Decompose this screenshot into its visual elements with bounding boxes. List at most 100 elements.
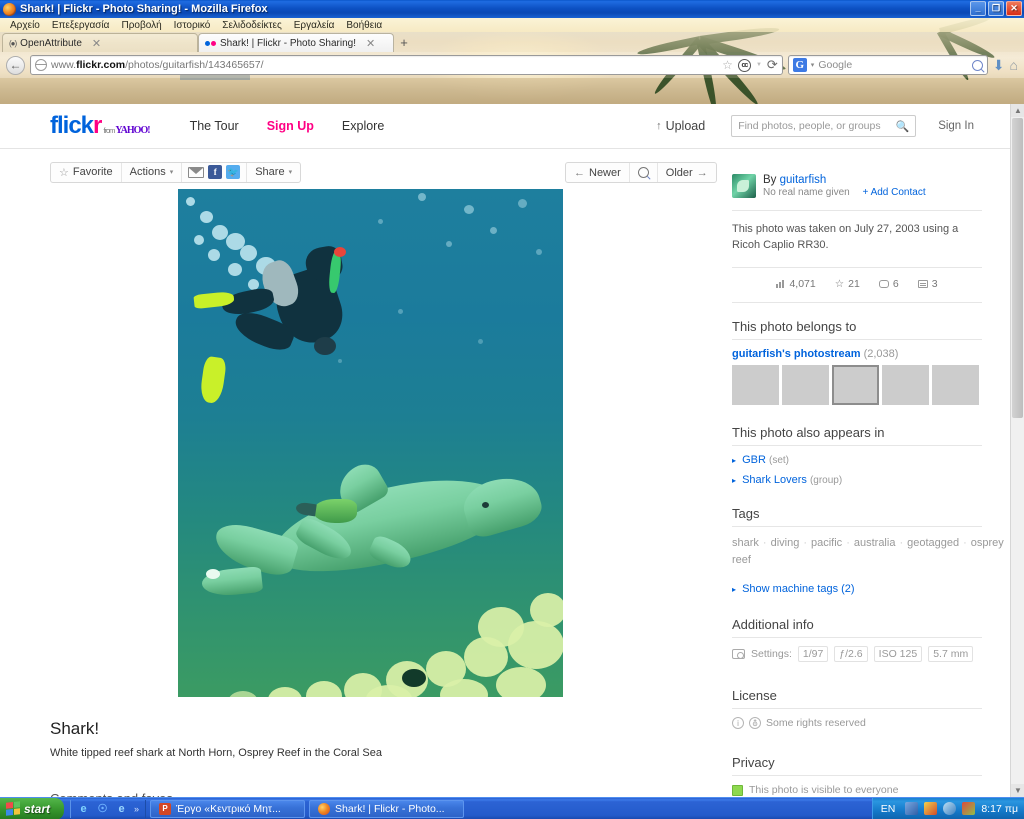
tag-diving[interactable]: diving	[771, 537, 800, 549]
tag-australia[interactable]: australia	[854, 537, 896, 549]
downloads-icon[interactable]: ⬇	[993, 57, 1005, 74]
start-label: start	[24, 801, 51, 816]
group-link[interactable]: Shark Lovers	[742, 474, 807, 486]
search-engine-chevron-icon[interactable]: ▾	[811, 61, 815, 69]
upload-arrow-icon: ↑	[656, 120, 662, 132]
show-machine-tags[interactable]: ▸ Show machine tags (2)	[732, 583, 982, 595]
flickr-logo[interactable]: flick r from YAHOO!	[50, 112, 151, 140]
creative-commons-icon[interactable]: ⛢	[749, 717, 761, 729]
language-indicator[interactable]: EN	[881, 803, 896, 815]
nav-sign-up[interactable]: Sign Up	[267, 119, 314, 133]
search-icon[interactable]	[969, 57, 986, 73]
set-link[interactable]: GBR	[742, 454, 766, 466]
start-button[interactable]: start	[0, 797, 65, 819]
tray-icon-updates[interactable]	[962, 802, 976, 815]
google-icon[interactable]: G	[792, 58, 807, 72]
reload-icon[interactable]: ⟳	[767, 57, 778, 73]
arrow-left-icon: ←	[574, 166, 585, 179]
flickr-search-box[interactable]: Find photos, people, or groups 🔍	[731, 115, 917, 137]
camera-settings: Settings: 1/97 ƒ/2.6 ISO 125 5.7 mm	[732, 646, 982, 662]
avatar[interactable]	[732, 174, 756, 198]
menu-item-file[interactable]: Αρχείο	[4, 20, 46, 31]
info-icon[interactable]: i	[732, 717, 744, 729]
tray-icon-clock-util[interactable]	[943, 802, 957, 815]
menu-item-tools[interactable]: Εργαλεία	[288, 20, 341, 31]
address-bar[interactable]: www.flickr.com/photos/guitarfish/1434656…	[30, 55, 783, 75]
menu-item-view[interactable]: Προβολή	[115, 20, 167, 31]
nav-the-tour[interactable]: The Tour	[190, 119, 239, 133]
license-heading: License	[732, 688, 777, 703]
license-info: i ⛢ Some rights reserved	[732, 717, 982, 729]
envelope-icon[interactable]	[188, 166, 205, 178]
scroll-down-arrow[interactable]: ▼	[1011, 784, 1024, 797]
tag-geotagged[interactable]: geotagged	[907, 537, 959, 549]
thumbnail-3-current[interactable]	[832, 365, 879, 405]
back-button[interactable]: ←	[6, 55, 25, 75]
new-tab-button[interactable]: +	[394, 33, 414, 52]
taskbar-clock[interactable]: 8:17 πμ	[981, 803, 1018, 815]
menu-item-edit[interactable]: Επεξεργασία	[46, 20, 116, 31]
upload-button[interactable]: ↑ Upload	[656, 119, 705, 133]
page-scrollbar[interactable]: ▲ ▼	[1010, 104, 1024, 797]
sign-in-link[interactable]: Sign In	[938, 120, 974, 132]
tag-pacific[interactable]: pacific	[811, 537, 842, 549]
older-button[interactable]: Older →	[658, 163, 716, 182]
globe-icon	[34, 59, 47, 71]
scroll-up-arrow[interactable]: ▲	[1011, 104, 1024, 117]
close-button[interactable]: ✕	[1006, 1, 1022, 16]
zoom-button[interactable]	[630, 163, 658, 182]
tag-separator: ·	[846, 537, 850, 549]
home-icon[interactable]: ⌂	[1010, 57, 1018, 73]
page-content: flick r from YAHOO! The Tour Sign Up Expl…	[0, 104, 1024, 797]
browser-icon-2[interactable]: ☉	[96, 802, 109, 815]
tab-openattribute[interactable]: (●) OpenAttribute ✕	[2, 33, 198, 52]
twitter-icon[interactable]: 🐦	[226, 165, 241, 179]
facebook-icon[interactable]: f	[208, 165, 223, 179]
taskbar-item-firefox[interactable]: Shark! | Flickr - Photo...	[309, 799, 465, 818]
snorkel-tip	[334, 247, 346, 257]
photostream-link[interactable]: guitarfish's photostream	[732, 348, 861, 360]
share-button[interactable]: Share ▾	[247, 163, 300, 182]
tray-icon-antivirus[interactable]	[924, 802, 938, 815]
thumbnail-1[interactable]	[732, 365, 779, 405]
chevron-down-icon: ▾	[169, 169, 174, 176]
menu-item-help[interactable]: Βοήθεια	[340, 20, 388, 31]
add-contact-link[interactable]: + Add Contact	[863, 187, 926, 198]
menu-item-history[interactable]: Ιστορικό	[168, 20, 217, 31]
thumbnail-5[interactable]	[932, 365, 979, 405]
minimize-button[interactable]: _	[970, 1, 986, 16]
newer-button[interactable]: ← Newer	[566, 163, 630, 182]
browser-search-bar[interactable]: G ▾ Google	[787, 55, 988, 75]
browser-icon-1[interactable]: e	[77, 802, 90, 815]
main-photo[interactable]	[178, 189, 563, 697]
thumbnail-2[interactable]	[782, 365, 829, 405]
appears-in-item-gbr[interactable]: ▸ GBR (set)	[732, 454, 982, 466]
actions-button[interactable]: Actions ▾	[122, 162, 183, 182]
tab-shark-flickr[interactable]: Shark! | Flickr - Photo Sharing! ✕	[198, 33, 394, 52]
favorite-button[interactable]: ☆ Favorite	[51, 162, 122, 182]
thumbnail-4[interactable]	[882, 365, 929, 405]
maximize-button[interactable]: ❐	[988, 1, 1004, 16]
machine-tags-link[interactable]: Show machine tags (2)	[742, 583, 855, 595]
tab-close-icon[interactable]: ✕	[366, 37, 375, 50]
appears-in-item-shark-lovers[interactable]: ▸ Shark Lovers (group)	[732, 474, 982, 486]
bookmark-star-icon[interactable]: ☆	[722, 58, 733, 72]
quick-launch-overflow-icon[interactable]: »	[134, 804, 139, 814]
menu-item-bookmarks[interactable]: Σελιδοδείκτες	[216, 20, 287, 31]
flickr-search-input[interactable]: Find photos, people, or groups	[738, 120, 891, 132]
creative-commons-icon[interactable]: cc	[737, 58, 751, 72]
tag-shark[interactable]: shark	[732, 537, 759, 549]
shark-white-tip	[206, 569, 220, 579]
nav-explore[interactable]: Explore	[342, 119, 384, 133]
tray-icon-network[interactable]	[905, 802, 919, 815]
tab-label: OpenAttribute	[20, 37, 82, 49]
tab-close-icon[interactable]: ✕	[92, 37, 101, 50]
browser-icon-3[interactable]: e	[115, 802, 128, 815]
chevron-down-icon[interactable]: ▼	[756, 62, 762, 68]
search-icon[interactable]: 🔍	[895, 120, 909, 133]
logo-r: r	[93, 112, 102, 139]
scrollbar-thumb[interactable]	[1012, 118, 1023, 418]
owner-username-link[interactable]: guitarfish	[780, 174, 827, 186]
taskbar-item-powerpoint[interactable]: P Έργο «Κεντρικό Μητ...	[150, 799, 306, 818]
browser-search-input[interactable]: Google	[818, 59, 967, 71]
